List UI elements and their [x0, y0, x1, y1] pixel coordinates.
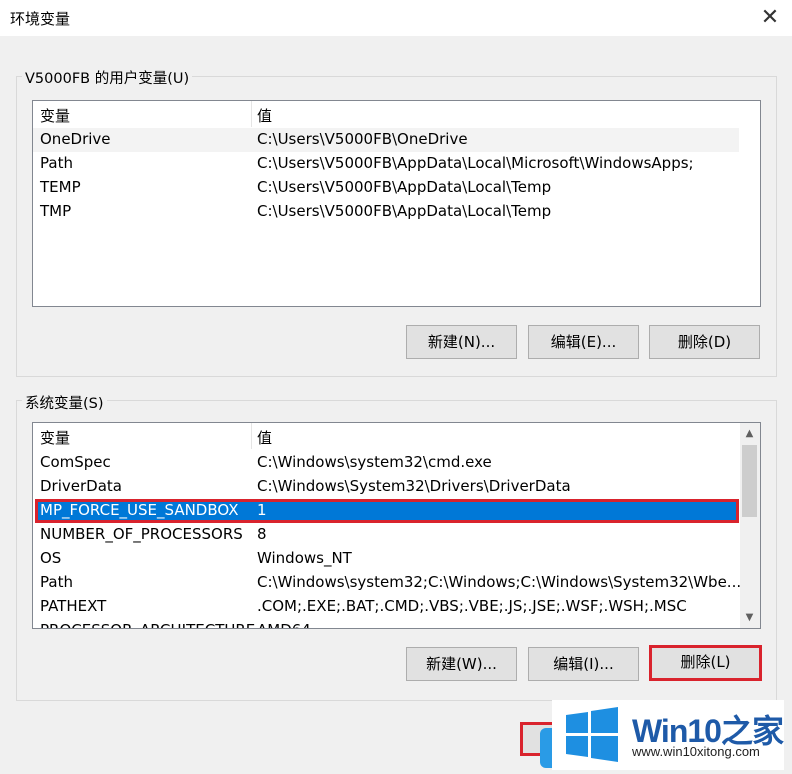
scroll-up-icon[interactable]: ▲	[741, 425, 758, 442]
row-name: OneDrive	[40, 130, 111, 148]
row-value: C:\Users\V5000FB\AppData\Local\Microsoft…	[257, 154, 694, 172]
row-name: PROCESSOR_ARCHITECTURE	[40, 621, 255, 628]
column-header-value[interactable]: 值	[257, 105, 272, 126]
system-edit-button[interactable]: 编辑(I)...	[528, 647, 639, 681]
title-bar: 环境变量 ✕	[0, 0, 792, 36]
row-name: ComSpec	[40, 453, 111, 471]
table-row[interactable]: TEMP C:\Users\V5000FB\AppData\Local\Temp	[33, 176, 739, 200]
user-new-button[interactable]: 新建(N)...	[406, 325, 517, 359]
column-header-value[interactable]: 值	[257, 427, 272, 448]
row-value: Windows_NT	[257, 549, 352, 567]
user-variables-list[interactable]: 变量 值 OneDrive C:\Users\V5000FB\OneDrive …	[32, 100, 761, 307]
row-value: C:\Users\V5000FB\AppData\Local\Temp	[257, 178, 552, 196]
row-name: PATHEXT	[40, 597, 107, 615]
row-value: 1	[257, 501, 267, 519]
row-name: Path	[40, 154, 73, 172]
row-name: MP_FORCE_USE_SANDBOX	[40, 501, 239, 519]
table-row[interactable]: DriverData C:\Windows\System32\Drivers\D…	[33, 475, 739, 499]
row-value: C:\Users\V5000FB\AppData\Local\Temp	[257, 202, 552, 220]
row-value: C:\Users\V5000FB\OneDrive	[257, 130, 468, 148]
windows-logo-icon	[566, 707, 618, 762]
user-edit-button[interactable]: 编辑(E)...	[528, 325, 639, 359]
user-variables-label: V5000FB 的用户变量(U)	[22, 67, 193, 88]
system-variables-label: 系统变量(S)	[22, 392, 107, 413]
system-new-button[interactable]: 新建(W)...	[406, 647, 517, 681]
row-name: Path	[40, 573, 73, 591]
row-name: TEMP	[40, 178, 81, 196]
row-name: TMP	[40, 202, 72, 220]
table-row[interactable]: TMP C:\Users\V5000FB\AppData\Local\Temp	[33, 200, 739, 224]
table-row[interactable]: ComSpec C:\Windows\system32\cmd.exe	[33, 451, 739, 475]
watermark-url: www.win10xitong.com	[632, 744, 760, 759]
table-row[interactable]: OneDrive C:\Users\V5000FB\OneDrive	[33, 128, 739, 152]
table-row[interactable]: Path C:\Users\V5000FB\AppData\Local\Micr…	[33, 152, 739, 176]
watermark-logo: Win10之家 www.win10xitong.com	[552, 700, 784, 770]
system-delete-button[interactable]: 删除(L)	[649, 645, 762, 681]
list-header: 变量 值	[33, 423, 760, 449]
table-row[interactable]: NUMBER_OF_PROCESSORS 8	[33, 523, 739, 547]
row-name: DriverData	[40, 477, 122, 495]
row-value: AMD64	[257, 621, 311, 628]
table-row[interactable]: PATHEXT .COM;.EXE;.BAT;.CMD;.VBS;.VBE;.J…	[33, 595, 739, 619]
scroll-down-icon[interactable]: ▼	[741, 609, 758, 626]
table-row-selected[interactable]: MP_FORCE_USE_SANDBOX 1	[35, 499, 739, 523]
row-value: .COM;.EXE;.BAT;.CMD;.VBS;.VBE;.JS;.JSE;.…	[257, 597, 687, 615]
column-header-variable[interactable]: 变量	[40, 427, 70, 448]
row-value: C:\Windows\system32;C:\Windows;C:\Window…	[257, 573, 742, 591]
user-delete-button[interactable]: 删除(D)	[649, 325, 760, 359]
table-row[interactable]: OS Windows_NT	[33, 547, 739, 571]
row-name: OS	[40, 549, 62, 567]
system-variables-list[interactable]: 变量 值 ComSpec C:\Windows\system32\cmd.exe…	[32, 422, 761, 629]
window-title: 环境变量	[10, 10, 71, 28]
row-name: NUMBER_OF_PROCESSORS	[40, 525, 243, 543]
table-row[interactable]: Path C:\Windows\system32;C:\Windows;C:\W…	[33, 571, 742, 595]
row-value: C:\Windows\system32\cmd.exe	[257, 453, 492, 471]
close-icon[interactable]: ✕	[756, 6, 784, 30]
vertical-scrollbar[interactable]: ▲ ▼	[740, 423, 760, 628]
row-value: 8	[257, 525, 267, 543]
row-value: C:\Windows\System32\Drivers\DriverData	[257, 477, 571, 495]
column-header-variable[interactable]: 变量	[40, 105, 70, 126]
list-header: 变量 值	[33, 101, 760, 127]
table-row[interactable]: PROCESSOR_ARCHITECTURE AMD64	[33, 619, 739, 628]
scrollbar-thumb[interactable]	[742, 445, 757, 517]
